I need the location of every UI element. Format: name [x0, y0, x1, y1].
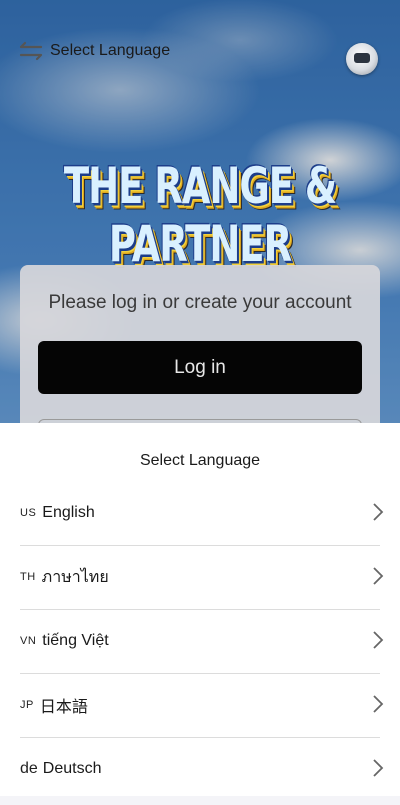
language-code: JP [20, 699, 34, 711]
chevron-right-icon [373, 503, 384, 521]
login-prompt: Please log in or create your account [48, 292, 352, 313]
language-label: ภาษาไทย [41, 568, 109, 586]
language-label: tiếng Việt [42, 632, 109, 649]
language-label: 日本語 [39, 699, 88, 716]
avatar-icon[interactable] [346, 43, 378, 75]
chevron-right-icon [373, 631, 384, 649]
brand-logo: THE RANGE & PARTNER [63, 156, 337, 274]
language-item-english[interactable]: US English [20, 481, 384, 546]
language-item-vietnamese[interactable]: VN tiếng Việt [20, 609, 384, 674]
chevron-right-icon [373, 567, 384, 585]
language-code: VN [20, 635, 37, 647]
language-sheet: Select Language US English TH ภาษาไทย VN… [0, 423, 400, 796]
language-item-japanese[interactable]: JP 日本語 [20, 673, 384, 738]
language-item-thai[interactable]: TH ภาษาไทย [20, 545, 384, 610]
chevron-right-icon [373, 695, 384, 713]
language-item-german[interactable]: de Deutsch [20, 737, 384, 801]
login-button[interactable]: Log in [38, 341, 362, 394]
chevron-right-icon [373, 759, 384, 777]
header-title[interactable]: Select Language [50, 42, 170, 60]
language-label: Deutsch [42, 760, 102, 777]
language-code: US [20, 507, 37, 519]
bottom-safe-area [0, 796, 400, 805]
language-code: de [20, 760, 38, 777]
sheet-title: Select Language [139, 452, 261, 469]
language-code: TH [20, 571, 36, 583]
header-bar: Select Language [18, 36, 380, 66]
swap-arrows-icon[interactable] [18, 41, 44, 61]
language-label: English [42, 504, 95, 521]
